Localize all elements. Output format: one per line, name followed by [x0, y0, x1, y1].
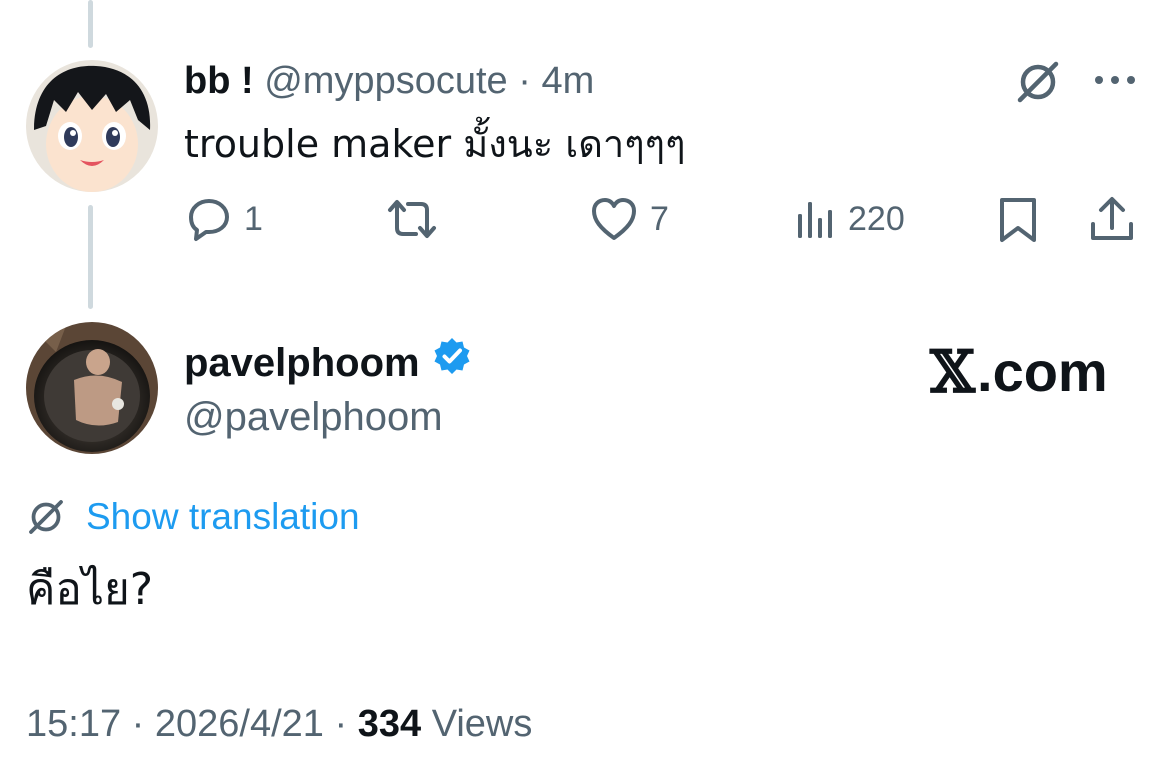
more-icon[interactable] — [1092, 62, 1138, 98]
bookmark-button[interactable] — [996, 196, 1040, 244]
reply-icon — [189, 199, 229, 241]
reply-display-name[interactable]: bb ! — [184, 60, 254, 102]
reply-button[interactable]: 1 — [186, 196, 263, 242]
reply-time[interactable]: 4m — [541, 60, 594, 102]
main-name-row: pavelphoom — [184, 336, 472, 389]
tweet-date[interactable]: 2026/4/21 — [155, 703, 324, 745]
share-icon — [1091, 197, 1133, 240]
main-handle[interactable]: @pavelphoom — [184, 392, 443, 442]
translate-icon — [29, 500, 63, 534]
thread-line-bottom — [88, 205, 93, 309]
tweet-views-label[interactable]: Views — [432, 703, 533, 745]
repost-button[interactable] — [384, 196, 452, 242]
views-button[interactable]: 220 — [796, 196, 905, 242]
reply-handle[interactable]: @myppsocute — [264, 60, 507, 102]
thread-line-top — [88, 0, 93, 48]
show-translation-link[interactable]: Show translation — [26, 494, 360, 540]
meta-separator-2: · — [334, 703, 348, 745]
reply-header: bb ! @myppsocute · 4m — [184, 58, 594, 104]
brand-suffix: .com — [977, 340, 1108, 403]
main-avatar[interactable] — [26, 322, 158, 454]
reply-text: trouble maker มั้งนะ เดาๆๆๆ — [184, 122, 686, 166]
main-display-name[interactable]: pavelphoom — [184, 337, 420, 389]
verified-badge-icon[interactable] — [432, 336, 472, 389]
tweet-views-count[interactable]: 334 — [358, 703, 421, 745]
views-count: 220 — [848, 200, 905, 238]
meta-separator-1: · — [131, 703, 145, 745]
like-button[interactable]: 7 — [590, 196, 669, 242]
translate-icon[interactable] — [1014, 58, 1062, 106]
repost-icon — [388, 200, 436, 238]
tweet-time[interactable]: 15:17 — [26, 703, 121, 745]
reply-count: 1 — [244, 200, 263, 238]
tweet-meta: 15:17 · 2026/4/21 · 334 Views — [26, 700, 532, 748]
like-count: 7 — [650, 200, 669, 238]
like-icon — [592, 198, 636, 240]
bookmark-icon — [1000, 198, 1036, 242]
reply-avatar[interactable] — [26, 60, 158, 192]
reply-separator: · — [518, 60, 531, 102]
views-icon — [798, 202, 832, 238]
x-logo-icon: 𝕏 — [930, 338, 976, 406]
brand-watermark: 𝕏 .com — [930, 340, 1108, 404]
show-translation-label[interactable]: Show translation — [86, 494, 360, 540]
main-text: คือไย? — [26, 564, 154, 615]
share-button[interactable] — [1088, 194, 1136, 244]
